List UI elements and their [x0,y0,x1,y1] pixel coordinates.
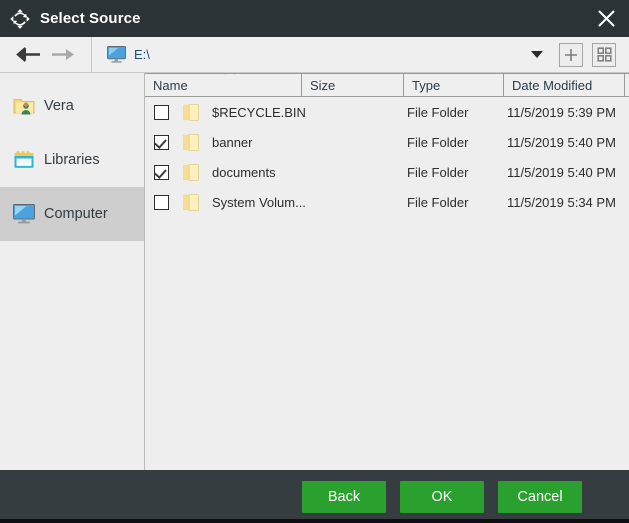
nav-arrow-group [0,37,92,72]
table-row[interactable]: banner File Folder 11/5/2019 5:40 PM [145,127,629,157]
sidebar-item-label: Computer [44,206,108,222]
row-icon-cell [177,133,205,151]
row-type: File Folder [407,134,469,150]
ok-button[interactable]: OK [400,480,484,513]
back-nav-button[interactable] [12,42,46,68]
user-folder-icon [13,99,35,115]
row-name: banner [212,134,253,150]
dialog-body: Vera Libraries Computer Name Size Type D… [0,73,629,470]
row-checkbox[interactable] [153,134,169,150]
arrow-left-icon [16,47,40,62]
sidebar-item-vera[interactable]: Vera [0,79,144,133]
sidebar-item-computer[interactable]: Computer [0,187,144,241]
new-folder-button[interactable] [559,42,583,67]
column-header-size[interactable]: Size [302,74,404,96]
computer-monitor-icon [107,46,126,63]
table-row[interactable]: documents File Folder 11/5/2019 5:40 PM [145,157,629,187]
folder-icon [183,163,199,181]
row-checkbox-cell [145,104,177,120]
row-date-modified: 11/5/2019 5:40 PM [507,134,616,150]
cancel-button[interactable]: Cancel [498,480,582,513]
row-checkbox[interactable] [153,194,169,210]
back-button[interactable]: Back [302,480,386,513]
folder-icon [183,193,199,211]
computer-monitor-icon [13,204,35,224]
path-text: E:\ [134,47,150,62]
column-header-label: Name [153,77,188,93]
row-date-modified: 11/5/2019 5:34 PM [507,194,616,210]
column-header-type[interactable]: Type [404,74,504,96]
row-type: File Folder [407,104,469,120]
file-rows: $RECYCLE.BIN File Folder 11/5/2019 5:39 PM… [145,97,629,470]
column-header-label: Size [310,77,336,93]
sort-ascending-icon [225,74,235,75]
select-source-dialog: Select Source E:\ Vera Libraries Compute… [0,0,629,523]
folder-icon [183,133,199,151]
sidebar-item-label: Libraries [44,152,100,168]
row-date-modified: 11/5/2019 5:40 PM [507,164,616,180]
row-icon-cell [177,103,205,121]
chevron-down-icon [531,51,543,58]
column-header-label: Type [412,77,441,93]
move-arrows-icon [10,8,30,29]
row-checkbox[interactable] [153,164,169,180]
path-input[interactable]: E:\ [92,37,523,72]
sidebar-item-libraries[interactable]: Libraries [0,133,144,187]
row-icon-cell [177,163,205,181]
row-name: $RECYCLE.BIN [212,104,306,120]
toolbar-buttons [551,42,629,67]
close-icon [598,10,614,27]
column-header-label: Date Modified [512,77,593,93]
column-header-name[interactable]: Name [145,74,302,96]
row-checkbox-cell [145,134,177,150]
grid-view-icon [596,47,612,62]
forward-nav-button[interactable] [46,42,80,68]
arrow-right-icon [52,49,74,60]
row-checkbox-cell [145,194,177,210]
folder-icon [183,103,199,121]
plus-icon [565,48,577,61]
places-sidebar: Vera Libraries Computer [0,73,145,470]
column-header-date-modified[interactable]: Date Modified [504,74,625,96]
path-dropdown-button[interactable] [523,37,551,72]
table-row[interactable]: System Volum... File Folder 11/5/2019 5:34… [145,187,629,217]
column-header-row: Name Size Type Date Modified [145,73,629,97]
row-type: File Folder [407,164,469,180]
dialog-footer: Back OK Cancel [0,470,629,523]
row-date-modified: 11/5/2019 5:39 PM [507,104,616,120]
navigation-toolbar: E:\ [0,37,629,73]
view-mode-button[interactable] [592,42,616,67]
row-checkbox-cell [145,164,177,180]
table-row[interactable]: $RECYCLE.BIN File Folder 11/5/2019 5:39 PM [145,97,629,127]
row-name: documents [212,164,276,180]
title-bar: Select Source [0,0,629,37]
libraries-icon [14,151,34,168]
row-type: File Folder [407,194,469,210]
file-list-pane: Name Size Type Date Modified $RECYCLE.BI… [145,73,629,470]
row-checkbox[interactable] [153,104,169,120]
close-button[interactable] [583,0,629,37]
window-title: Select Source [40,10,141,27]
row-name: System Volum... [212,194,306,210]
sidebar-item-label: Vera [44,98,74,114]
row-icon-cell [177,193,205,211]
window-bottom-edge [0,519,629,523]
